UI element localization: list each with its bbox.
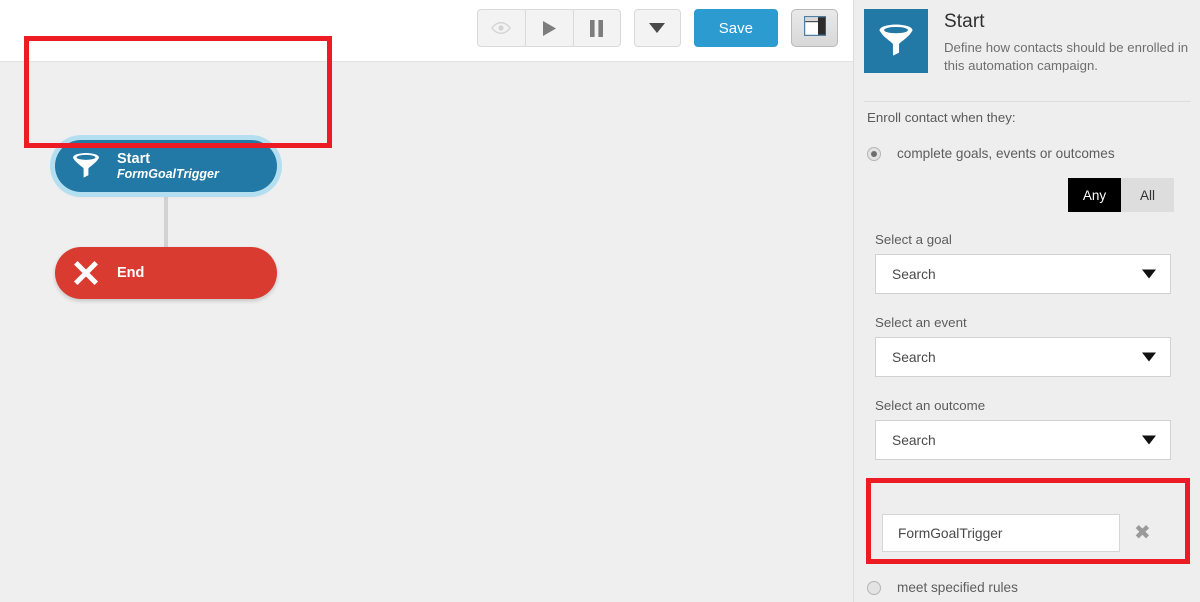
panel-description: Define how contacts should be enrolled i… <box>944 40 1189 73</box>
flow-node-end-text: End <box>117 265 144 281</box>
flow-node-end[interactable]: End <box>55 247 277 299</box>
automation-builder-screen: Save Start FormGoalTrigger End Start Def… <box>0 0 1200 602</box>
select-goal-value: Search <box>892 266 936 282</box>
select-outcome-value: Search <box>892 432 936 448</box>
field-group-goal: Select a goal Search <box>875 232 1171 294</box>
flow-node-start[interactable]: Start FormGoalTrigger <box>55 140 277 192</box>
radio-button-meet-rules[interactable] <box>867 580 881 595</box>
play-button[interactable] <box>524 9 573 47</box>
save-button-label: Save <box>718 19 753 37</box>
properties-panel: Start Define how contacts should be enro… <box>853 0 1200 602</box>
selected-trigger-row: FormGoalTrigger ✖ <box>882 514 1182 552</box>
properties-panel-header: Start Define how contacts should be enro… <box>854 0 1200 101</box>
playback-button-group <box>476 9 621 47</box>
chevron-down-icon <box>649 23 666 33</box>
x-mark-icon <box>55 258 117 288</box>
toolbar: Save <box>0 0 853 62</box>
radio-option-complete-goals[interactable]: complete goals, events or outcomes <box>867 146 1115 161</box>
chevron-down-icon <box>1142 269 1156 279</box>
select-outcome-dropdown[interactable]: Search <box>875 420 1171 460</box>
flow-node-end-title: End <box>117 264 145 281</box>
more-actions-button[interactable] <box>633 9 681 47</box>
flow-node-start-title: Start <box>117 150 151 167</box>
properties-panel-body[interactable]: Enroll contact when they: complete goals… <box>854 102 1200 602</box>
flow-node-start-subtitle: FormGoalTrigger <box>117 167 219 182</box>
label-select-event: Select an event <box>875 315 967 330</box>
play-icon <box>542 20 557 37</box>
match-any-button[interactable]: Any <box>1068 178 1121 212</box>
chevron-down-icon <box>1142 435 1156 445</box>
node-connector-line <box>164 190 168 252</box>
pause-button[interactable] <box>572 9 621 47</box>
funnel-icon <box>55 152 117 180</box>
save-button[interactable]: Save <box>693 9 778 47</box>
properties-panel-heading: Start Define how contacts should be enro… <box>944 11 1192 75</box>
label-select-goal: Select a goal <box>875 232 952 247</box>
field-group-event: Select an event Search <box>875 315 1171 377</box>
radio-button-complete-goals[interactable] <box>867 146 881 161</box>
radio-label-meet-rules: meet specified rules <box>897 580 1018 595</box>
canvas-pane: Save Start FormGoalTrigger End <box>0 0 853 602</box>
enroll-section-label: Enroll contact when they: <box>867 110 1016 125</box>
label-select-outcome: Select an outcome <box>875 398 986 413</box>
selected-trigger-input[interactable]: FormGoalTrigger <box>882 514 1120 552</box>
radio-option-meet-rules[interactable]: meet specified rules <box>867 580 1018 595</box>
panel-layout-icon <box>803 15 826 41</box>
match-type-toggle-group: Any All <box>1068 178 1174 212</box>
select-event-value: Search <box>892 349 936 365</box>
flow-canvas[interactable]: Start FormGoalTrigger End <box>0 62 853 602</box>
page-title: Start <box>944 11 985 32</box>
match-all-button[interactable]: All <box>1121 178 1174 212</box>
panel-toggle-button[interactable] <box>791 9 838 47</box>
select-event-dropdown[interactable]: Search <box>875 337 1171 377</box>
chevron-down-icon <box>1142 352 1156 362</box>
preview-button[interactable] <box>476 9 525 47</box>
pause-icon <box>590 19 604 37</box>
select-goal-dropdown[interactable]: Search <box>875 254 1171 294</box>
toolbar-buttons: Save <box>476 9 838 47</box>
flow-node-start-text: Start FormGoalTrigger <box>117 151 219 181</box>
funnel-icon <box>864 9 928 73</box>
remove-trigger-icon[interactable]: ✖ <box>1134 523 1151 543</box>
eye-icon <box>491 21 512 35</box>
radio-label-complete-goals: complete goals, events or outcomes <box>897 146 1115 161</box>
field-group-outcome: Select an outcome Search <box>875 398 1171 460</box>
